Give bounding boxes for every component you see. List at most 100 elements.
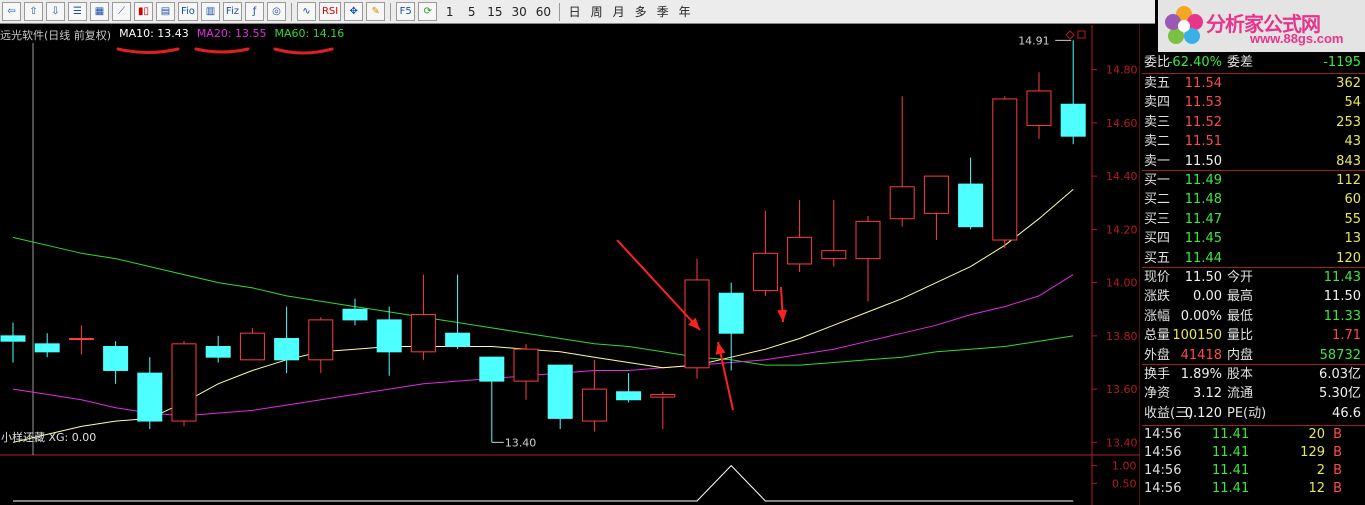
period-week[interactable]: 周 — [587, 2, 606, 21]
ask-row[interactable]: 卖五 11.54 362 — [1142, 74, 1365, 93]
tick-row[interactable]: 14:56 11.41 20 B — [1142, 426, 1365, 444]
circle-icon[interactable]: ◎ — [266, 2, 286, 21]
chart-canvas[interactable]: 14.80 14.60 14.40 14.20 14.00 13.80 13.60 13.40… — [0, 25, 1140, 505]
stat-value: 6.03亿 — [1319, 367, 1361, 382]
grid-icon[interactable]: ▦ — [90, 2, 109, 21]
kline-chart[interactable]: 14.80 14.60 14.40 14.20 14.00 13.80 13.60 13.40… — [0, 25, 1140, 505]
level-volume: 362 — [1336, 76, 1361, 91]
stat-row: 总量 100150 量比 1.71 — [1142, 326, 1365, 345]
wave-icon[interactable]: ∿ — [296, 2, 316, 21]
candle-up — [855, 220, 881, 260]
ask-row[interactable]: 卖一 11.50 843 — [1142, 152, 1365, 171]
refresh-icon[interactable]: ⟳ — [418, 2, 438, 21]
level-volume: 13 — [1344, 231, 1361, 247]
move-icon[interactable]: ✥ — [344, 2, 364, 21]
period-15min[interactable]: 15 — [484, 2, 505, 21]
level-volume: 60 — [1344, 192, 1361, 208]
level-volume: 55 — [1344, 211, 1361, 227]
tick-volume: 129 — [1300, 445, 1325, 460]
ask-row[interactable]: 卖四 11.53 54 — [1142, 93, 1365, 112]
level-label: 卖二 — [1144, 134, 1171, 150]
period-quarter[interactable]: 季 — [653, 2, 672, 21]
site-logo: 分析家公式网 www.88gs.com — [1158, 0, 1365, 52]
ma60-underline — [273, 47, 334, 55]
diamond-icon — [1065, 30, 1075, 40]
weicha-label: 委差 — [1227, 55, 1254, 70]
bid-row[interactable]: 买四 11.45 13 — [1142, 229, 1365, 248]
candle-down — [445, 332, 471, 348]
down-arrow-icon[interactable]: ⇩ — [46, 2, 65, 21]
tick-price: 11.41 — [1212, 427, 1250, 442]
annotation-arrow-3-head — [777, 309, 788, 322]
level-label: 买四 — [1144, 231, 1171, 247]
level-price: 11.48 — [1184, 192, 1222, 208]
level-label: 卖四 — [1144, 95, 1171, 111]
period-month[interactable]: 月 — [609, 2, 628, 21]
period-60min[interactable]: 60 — [533, 2, 554, 21]
stat-row: 涨幅 0.00% 最低 11.33 — [1142, 307, 1365, 326]
tick-side: B — [1333, 427, 1342, 442]
bid-row[interactable]: 买二 11.48 60 — [1142, 190, 1365, 209]
logo-url: www.88gs.com — [1250, 31, 1344, 46]
back-arrow-icon[interactable]: ⇦ — [2, 2, 21, 21]
candle-up — [171, 343, 197, 422]
stat-value: 0.120 — [1184, 405, 1222, 421]
tick-row[interactable]: 14:56 11.41 2 B — [1142, 462, 1365, 480]
stat-value: 5.30亿 — [1319, 386, 1361, 402]
f5-button[interactable]: F5 — [396, 2, 416, 21]
window-restore-icon — [1077, 30, 1086, 39]
candle-up — [581, 388, 607, 422]
ask-row[interactable]: 卖二 11.51 43 — [1142, 132, 1365, 151]
candle-chart-icon[interactable]: ▮▯ — [134, 2, 153, 21]
stat-value: 46.6 — [1332, 405, 1361, 421]
stat-label: PE(动) — [1227, 405, 1267, 421]
tick-row[interactable]: 14:56 11.41 12 B — [1142, 480, 1365, 498]
period-year[interactable]: 年 — [675, 2, 694, 21]
fiz-icon[interactable]: Fiz — [222, 2, 242, 21]
ask-row[interactable]: 卖三 11.52 253 — [1142, 113, 1365, 132]
doc-icon[interactable]: ▥ — [200, 2, 220, 21]
period-1min[interactable]: 1 — [440, 2, 459, 21]
ma-legend: 远光软件(日线 前复权) MA10: 13.43 MA20: 13.55 MA6… — [0, 27, 352, 42]
high-marker-label: 14.91 — [1018, 34, 1049, 47]
candle-down — [958, 183, 984, 228]
list-icon[interactable]: ☰ — [68, 2, 87, 21]
level-price: 11.49 — [1184, 173, 1222, 188]
candle-down — [0, 335, 26, 342]
y-tick-label: 13.80 — [1106, 330, 1138, 343]
toolbar-separator — [290, 2, 292, 21]
candle-down — [342, 308, 368, 321]
level-price: 11.50 — [1184, 153, 1222, 169]
tick-volume: 12 — [1308, 481, 1325, 496]
tick-row[interactable]: 14:56 11.41 129 B — [1142, 444, 1365, 462]
period-5min[interactable]: 5 — [462, 2, 481, 21]
candle-down — [718, 292, 744, 334]
period-multi[interactable]: 多 — [631, 2, 650, 21]
line-chart-icon[interactable]: ⟋ — [112, 2, 131, 21]
bid-row[interactable]: 买三 11.47 55 — [1142, 210, 1365, 229]
flow-icon[interactable]: ƒ — [244, 2, 264, 21]
bid-row[interactable]: 买五 11.44 120 — [1142, 249, 1365, 268]
stat-label: 量比 — [1227, 328, 1254, 344]
fio-icon[interactable]: Fio — [178, 2, 198, 21]
level-price: 11.54 — [1184, 76, 1222, 91]
f10-icon[interactable]: ▤ — [156, 2, 175, 21]
up-arrow-icon[interactable]: ⇧ — [24, 2, 43, 21]
candle-up — [1026, 90, 1052, 127]
stat-label: 外盘 — [1144, 347, 1171, 363]
stat-value: 11.50 — [1184, 270, 1222, 285]
candle-down — [547, 364, 573, 419]
candle-up — [787, 236, 813, 265]
period-day[interactable]: 日 — [565, 2, 584, 21]
bid-row[interactable]: 买一 11.49 112 — [1142, 171, 1365, 190]
candle-down — [137, 372, 163, 422]
period-30min[interactable]: 30 — [509, 2, 530, 21]
stat-label: 股本 — [1227, 367, 1254, 382]
candle-up — [992, 98, 1018, 241]
stat-label: 换手 — [1144, 367, 1171, 382]
level-price: 11.53 — [1184, 95, 1222, 111]
pen-icon[interactable]: ✎ — [366, 2, 386, 21]
stat-row: 现价 11.50 今开 11.43 — [1142, 268, 1365, 287]
tick-price: 11.41 — [1212, 481, 1250, 496]
rsi-button[interactable]: RSI — [318, 2, 342, 21]
